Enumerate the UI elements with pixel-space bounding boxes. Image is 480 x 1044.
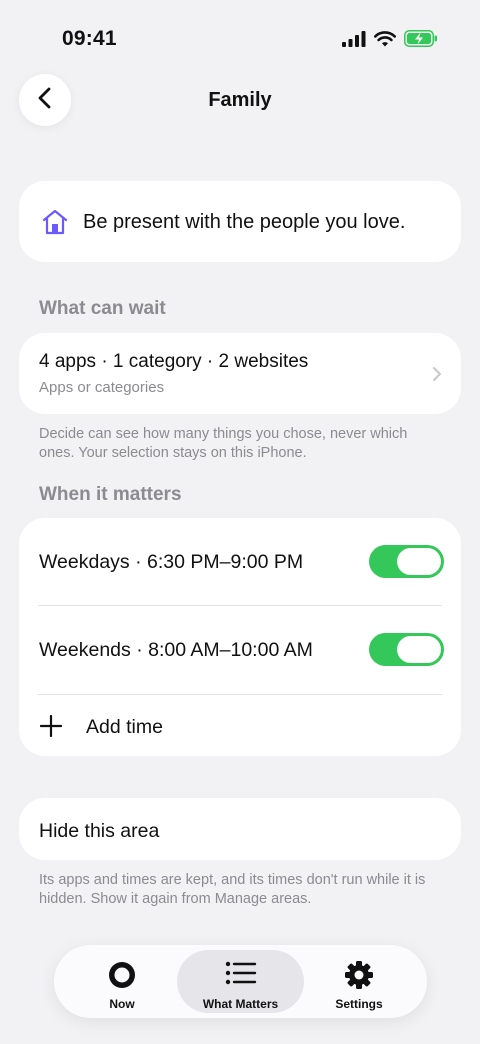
add-time-button[interactable]: Add time [19, 695, 461, 755]
list-icon [225, 960, 257, 991]
tab-label: What Matters [202, 997, 279, 1011]
intent-card: Be present with the people you love. [19, 181, 461, 262]
status-icons [342, 30, 438, 52]
tab-bar: Now What Matters Settings [54, 945, 427, 1018]
battery-charging-icon [404, 30, 438, 52]
status-time: 09:41 [62, 27, 117, 50]
apps-subtitle: Apps or categories [39, 379, 165, 396]
time-row-label: Weekends · 8:00 AM–10:00 AM [39, 639, 313, 661]
toggle-knob [397, 548, 441, 575]
wifi-icon [374, 30, 396, 52]
time-row-weekends: Weekends · 8:00 AM–10:00 AM [19, 606, 461, 694]
house-icon [41, 209, 69, 240]
apps-selection-row[interactable]: 4 apps · 1 category · 2 websites Apps or… [19, 333, 461, 414]
privacy-footnote: Decide can see how many things you chose… [39, 426, 408, 461]
tab-what-matters[interactable]: What Matters [177, 950, 304, 1013]
time-row-weekdays: Weekdays · 6:30 PM–9:00 PM [19, 518, 461, 606]
tab-label: Settings [335, 997, 383, 1011]
cellular-signal-icon [342, 30, 366, 52]
gear-icon [344, 960, 374, 995]
plus-icon [39, 714, 63, 742]
weekends-toggle[interactable] [369, 633, 444, 666]
intent-text: Be present with the people you love. [83, 211, 406, 233]
tab-label: Now [109, 997, 135, 1011]
page-title: Family [208, 89, 272, 111]
hide-area-button[interactable]: Hide this area [19, 798, 461, 860]
record-circle-icon [107, 960, 137, 995]
section-header-what-can-wait: What can wait [39, 298, 166, 319]
hide-area-footnote: Its apps and times are kept, and its tim… [39, 872, 426, 907]
apps-summary: 4 apps · 1 category · 2 websites [39, 351, 309, 372]
section-header-when-it-matters: When it matters [39, 484, 182, 505]
weekdays-toggle[interactable] [369, 545, 444, 578]
chevron-right-icon [432, 366, 442, 387]
time-row-label: Weekdays · 6:30 PM–9:00 PM [39, 551, 304, 573]
status-bar: 09:41 [0, 0, 480, 78]
add-time-label: Add time [86, 716, 163, 738]
tab-settings[interactable]: Settings [297, 950, 421, 1013]
times-card: Weekdays · 6:30 PM–9:00 PM Weekends · 8:… [19, 518, 461, 756]
tab-now[interactable]: Now [60, 950, 184, 1013]
toggle-knob [397, 636, 441, 663]
hide-area-label: Hide this area [39, 820, 160, 842]
